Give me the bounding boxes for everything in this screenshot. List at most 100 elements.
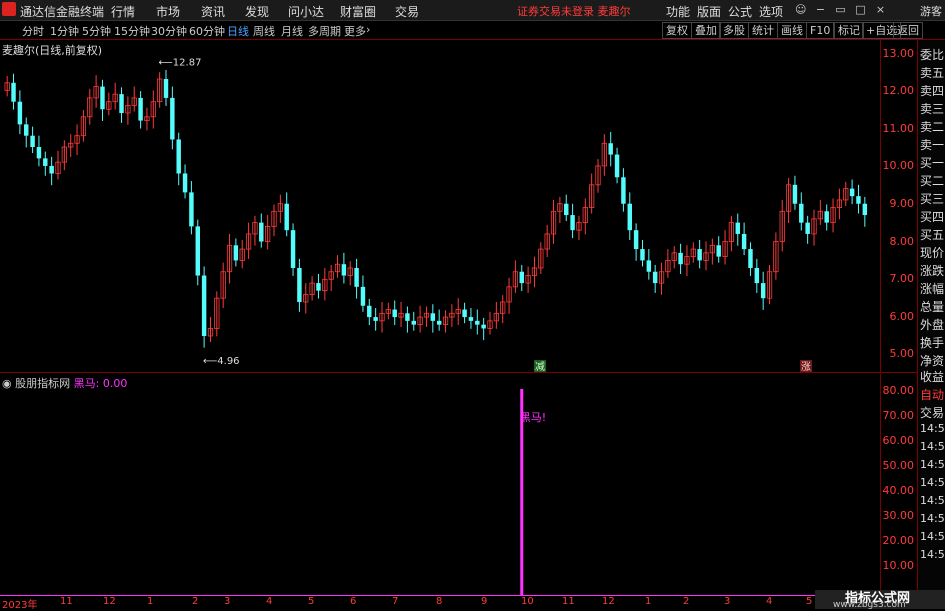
period-15min[interactable]: 15分钟 — [114, 23, 150, 39]
candle-body — [176, 139, 181, 174]
quote-label: 换手 — [920, 336, 945, 350]
quote-label: 卖二 — [920, 120, 945, 134]
price-tick: 13.00 — [882, 47, 915, 60]
candle-body — [30, 135, 35, 148]
time-tick: 11 — [562, 596, 575, 607]
candle-body — [11, 82, 16, 102]
price-tick: 8.00 — [889, 235, 915, 248]
login-warning[interactable]: 证券交易未登录 麦趣尔 — [517, 3, 631, 19]
candle-body — [614, 154, 620, 178]
candle-body — [119, 94, 124, 114]
menu-layout[interactable]: 版面 — [697, 3, 721, 20]
lock-icon[interactable]: □ — [855, 4, 866, 15]
candle-body — [43, 158, 48, 166]
candle-body — [49, 165, 54, 174]
candle-body — [411, 320, 416, 325]
period-tick[interactable]: 分时 — [22, 23, 44, 39]
candle-body — [608, 143, 613, 155]
time-tick: 1 — [645, 596, 652, 607]
period-1min[interactable]: 1分钟 — [50, 23, 79, 39]
indicator-tick: 40.00 — [882, 484, 915, 497]
candle-body — [436, 320, 442, 325]
menu-function[interactable]: 功能 — [666, 3, 690, 20]
restore-icon[interactable]: ▭ — [835, 4, 846, 15]
price-tick: 10.00 — [882, 159, 915, 172]
auto-trade-label[interactable]: 自动 — [920, 386, 944, 403]
candle-body — [862, 203, 868, 216]
time-tick: 2 — [192, 596, 199, 607]
time-tick: 3 — [224, 596, 231, 607]
indicator-series-value: 0.00 — [102, 377, 128, 390]
time-tick: 12 — [602, 596, 615, 607]
menu-wealth[interactable]: 财富圈 — [340, 3, 376, 20]
trade-label[interactable]: 交易 — [920, 404, 944, 421]
minimize-icon[interactable]: − — [815, 4, 826, 15]
signal-label: 黑马! — [520, 411, 546, 424]
quote-label: 卖一 — [920, 138, 945, 152]
overlay-button[interactable]: 叠加 — [691, 22, 721, 39]
indicator-series-label: 黑马: — [73, 377, 100, 390]
period-5min[interactable]: 5分钟 — [82, 23, 111, 39]
period-30min[interactable]: 30分钟 — [151, 23, 187, 39]
candle-body — [792, 184, 798, 204]
time-tick: 10 — [521, 596, 534, 607]
stock-title: 麦趣尔(日线,前复权) — [2, 44, 103, 57]
candle-body — [799, 203, 804, 223]
menu-ask[interactable]: 问小达 — [288, 3, 324, 20]
kline-chart[interactable]: ⟵12.87⟵4.96减涨 黑马! — [0, 40, 880, 600]
candle-body — [392, 309, 397, 318]
quote-label: 涨幅 — [920, 282, 945, 296]
quote-label: 净资 — [920, 354, 945, 368]
draw-button[interactable]: 画线 — [777, 22, 807, 39]
indicator-toggle-icon[interactable]: ◉ — [2, 377, 12, 390]
indicator-tick: 50.00 — [882, 459, 915, 472]
time-axis: 2023年 11 12 1 2 3 4 5 6 7 8 9 10 11 12 1… — [0, 596, 880, 611]
candle-body — [201, 275, 207, 336]
stats-button[interactable]: 统计 — [748, 22, 778, 39]
tick-time: 14:56 — [920, 530, 945, 543]
tick-time: 14:56 — [920, 476, 945, 489]
period-toolbar: 分时 1分钟 5分钟 15分钟 30分钟 60分钟 日线 周线 月线 多周期 更… — [0, 21, 945, 40]
f10-button[interactable]: F10 — [806, 22, 835, 39]
time-tick: 4 — [266, 596, 273, 607]
candle-body — [36, 147, 42, 159]
menu-options[interactable]: 选项 — [759, 3, 783, 20]
quote-label: 现价 — [920, 246, 945, 260]
quote-label: 买三 — [920, 192, 945, 206]
menu-quotes[interactable]: 行情 — [111, 3, 135, 20]
period-multi[interactable]: 多周期 — [308, 23, 341, 39]
menu-discover[interactable]: 发现 — [245, 3, 269, 20]
tick-time: 14:56 — [920, 494, 945, 507]
menu-trade[interactable]: 交易 — [395, 3, 419, 20]
multi-stock-button[interactable]: 多股 — [719, 22, 749, 39]
period-more[interactable]: 更多 — [344, 23, 366, 39]
candle-body — [748, 249, 753, 268]
period-weekly[interactable]: 周线 — [253, 23, 275, 39]
mark-button[interactable]: 标记 — [834, 22, 864, 39]
period-monthly[interactable]: 月线 — [281, 23, 303, 39]
menu-market[interactable]: 市场 — [156, 3, 180, 20]
time-tick: 5 — [308, 596, 315, 607]
period-60min[interactable]: 60分钟 — [189, 23, 225, 39]
candle-body — [354, 267, 359, 287]
candle-body — [430, 313, 436, 321]
price-tick: 5.00 — [889, 347, 915, 360]
time-tick: 3 — [724, 596, 731, 607]
guest-label[interactable]: 游客 — [920, 3, 942, 19]
tick-time: 14:56 — [920, 458, 945, 471]
candle-body — [640, 249, 645, 261]
candle-body — [316, 283, 321, 291]
candle-body — [195, 226, 200, 276]
back-button[interactable]: 返回 — [893, 22, 923, 39]
period-daily[interactable]: 日线 — [227, 23, 249, 39]
menu-news[interactable]: 资讯 — [201, 3, 225, 20]
restore-rights-button[interactable]: 复权 — [662, 22, 692, 39]
indicator-tick: 70.00 — [882, 409, 915, 422]
help-icon[interactable]: ☺ — [795, 4, 806, 15]
menu-formula[interactable]: 公式 — [728, 3, 752, 20]
more-chevron-icon[interactable]: › — [366, 23, 370, 36]
close-icon[interactable]: × — [875, 4, 886, 15]
candle-body — [367, 305, 372, 318]
quote-label: 外盘 — [920, 318, 945, 332]
candle-body — [405, 313, 410, 321]
